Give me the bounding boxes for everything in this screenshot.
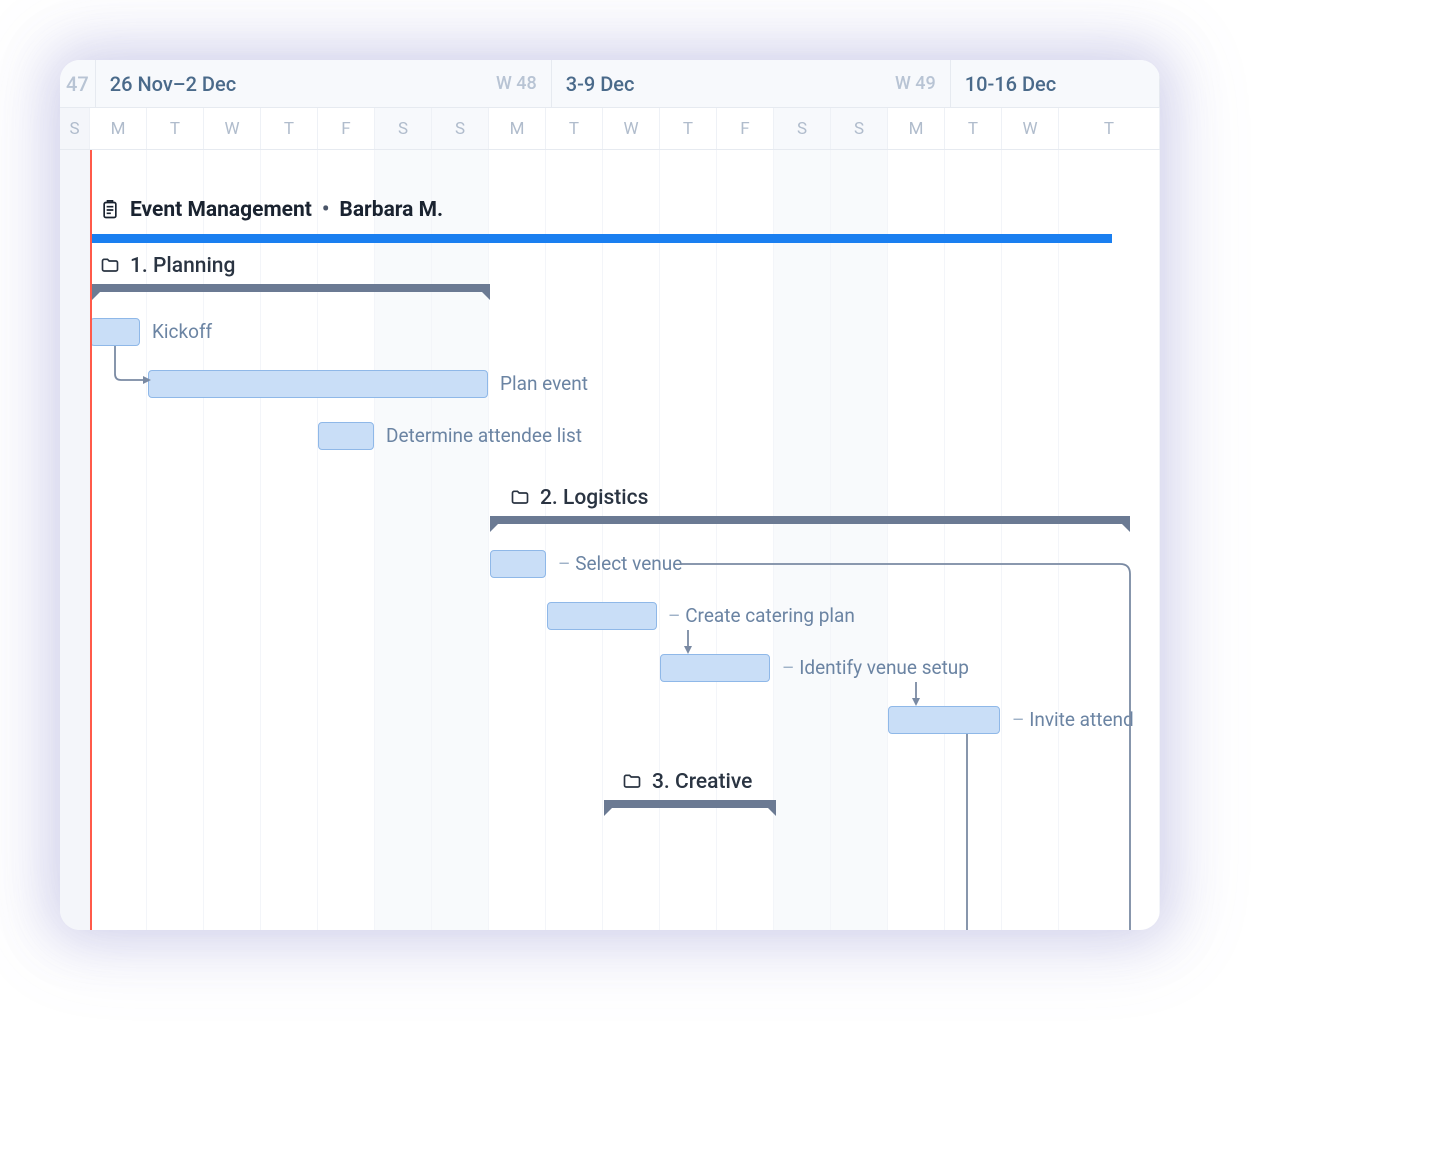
task-bar-invite[interactable]: [888, 706, 1000, 734]
task-row[interactable]: Determine attendee list: [60, 410, 1160, 462]
folder-row[interactable]: 2. Logistics: [60, 482, 1160, 538]
day-col-header: T: [546, 108, 603, 149]
folder-row[interactable]: 1. Planning: [60, 250, 1160, 306]
folder-icon: [622, 772, 642, 792]
day-col-header: S: [774, 108, 831, 149]
task-label: Identify venue setup: [782, 656, 969, 679]
folder-icon: [100, 256, 120, 276]
task-label: Kickoff: [152, 320, 212, 343]
day-col-header: M: [90, 108, 147, 149]
folder-bar[interactable]: [604, 800, 776, 808]
gantt-frame: 47 26 Nov–2 Dec W 48 3-9 Dec W 49 10-16 …: [60, 60, 1160, 930]
task-bar-venue[interactable]: [490, 550, 546, 578]
task-row[interactable]: Plan event: [60, 358, 1160, 410]
timeline-body[interactable]: Event Management • Barbara M. 1. Plannin…: [60, 150, 1160, 930]
week-number: W 49: [895, 73, 936, 94]
folder-bar[interactable]: [490, 516, 1130, 524]
day-col-header: W: [204, 108, 261, 149]
week-range: 3-9 Dec: [566, 72, 635, 96]
task-label: Create catering plan: [668, 604, 855, 627]
task-bar-attendee[interactable]: [318, 422, 374, 450]
day-col-header: S: [375, 108, 432, 149]
project-row[interactable]: Event Management • Barbara M.: [60, 180, 1160, 250]
day-col-header: S: [432, 108, 489, 149]
day-col-header: T: [1059, 108, 1160, 149]
project-title: Event Management: [130, 198, 312, 222]
day-col-header: T: [147, 108, 204, 149]
day-col-header: F: [717, 108, 774, 149]
day-header: S M T W T F S S M T W T F S S M T W T: [60, 108, 1160, 150]
task-bar-setup[interactable]: [660, 654, 770, 682]
day-col-header: S: [831, 108, 888, 149]
clipboard-icon: [100, 200, 120, 220]
week-block[interactable]: 10-16 Dec: [951, 60, 1160, 107]
task-row[interactable]: Kickoff: [60, 306, 1160, 358]
day-col-header: M: [888, 108, 945, 149]
day-col-header: T: [945, 108, 1002, 149]
task-label: Select venue: [558, 552, 682, 575]
day-col-header: S: [60, 108, 90, 149]
week-block[interactable]: 26 Nov–2 Dec W 48: [96, 60, 552, 107]
folder-icon: [510, 488, 530, 508]
task-row[interactable]: Select venue: [60, 538, 1160, 590]
folder-label: 2. Logistics: [540, 486, 648, 510]
task-row[interactable]: Invite attend: [60, 694, 1160, 746]
folder-bar[interactable]: [92, 284, 490, 292]
week-range: 10-16 Dec: [965, 72, 1056, 96]
week-range: 26 Nov–2 Dec: [110, 72, 236, 96]
week-number-prev: 47: [60, 60, 96, 107]
task-label: Plan event: [500, 372, 588, 395]
task-bar-kickoff[interactable]: [90, 318, 140, 346]
task-label: Invite attend: [1012, 708, 1134, 731]
task-bar-plan[interactable]: [148, 370, 488, 398]
today-indicator: [90, 150, 92, 930]
day-col-header: T: [660, 108, 717, 149]
task-row[interactable]: Create catering plan: [60, 590, 1160, 642]
folder-row[interactable]: 3. Creative: [60, 766, 1160, 822]
day-col-header: W: [603, 108, 660, 149]
day-col-header: T: [261, 108, 318, 149]
week-header: 47 26 Nov–2 Dec W 48 3-9 Dec W 49 10-16 …: [60, 60, 1160, 108]
task-row[interactable]: Identify venue setup: [60, 642, 1160, 694]
project-bar[interactable]: [92, 234, 1112, 243]
task-label: Determine attendee list: [386, 424, 582, 447]
week-block[interactable]: 3-9 Dec W 49: [552, 60, 951, 107]
dot-separator: •: [322, 198, 330, 222]
folder-label: 1. Planning: [130, 254, 235, 278]
task-bar-catering[interactable]: [547, 602, 657, 630]
folder-label: 3. Creative: [652, 770, 752, 794]
day-col-header: W: [1002, 108, 1059, 149]
week-number: W 48: [496, 73, 537, 94]
day-col-header: M: [489, 108, 546, 149]
day-col-header: F: [318, 108, 375, 149]
project-owner: Barbara M.: [339, 198, 443, 222]
